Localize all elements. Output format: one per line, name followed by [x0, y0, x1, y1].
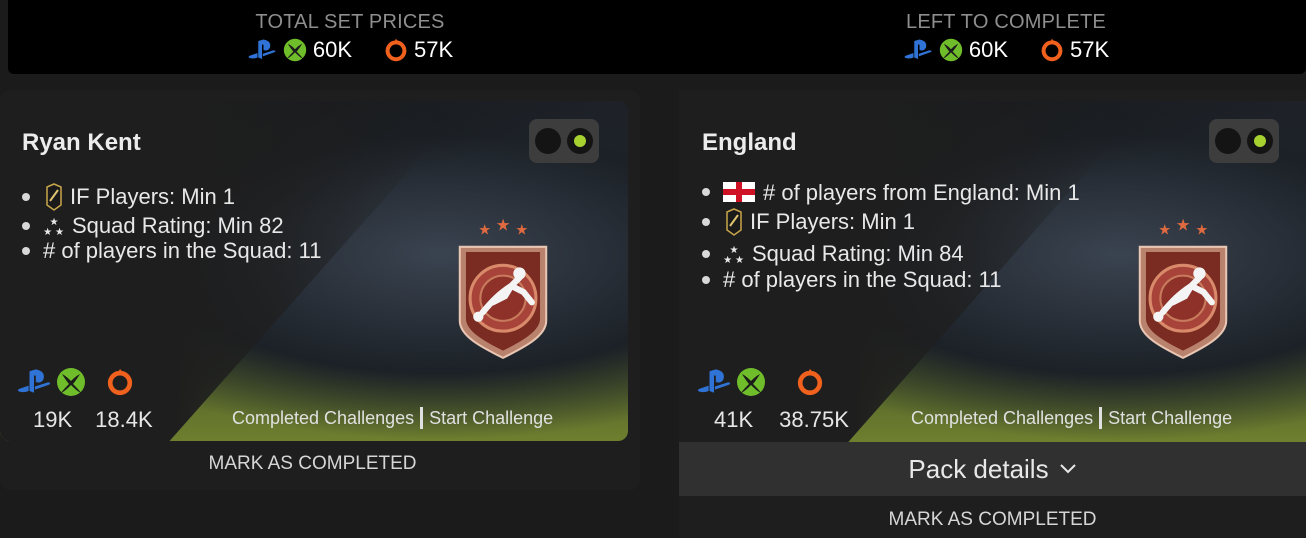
challenge-links: Completed Challenges Start Challenge: [911, 407, 1232, 429]
pc-price: 38.75K: [779, 407, 849, 432]
left-to-complete-title: LEFT TO COMPLETE: [906, 11, 1106, 33]
toggle-on-dot: [1247, 128, 1273, 154]
playstation-icon: [247, 38, 277, 62]
bullet: [22, 246, 30, 255]
requirements-list: # of players from England: Min 1 IF Play…: [702, 177, 1080, 294]
link-divider: [1099, 407, 1103, 429]
origin-icon: [1040, 38, 1064, 62]
link-divider: [420, 407, 424, 429]
requirement-text: # of players from England: Min 1: [763, 179, 1080, 205]
left-to-complete-values: 60K 57K: [796, 37, 1216, 63]
origin-icon: [384, 38, 408, 62]
xbox-icon: [283, 38, 307, 62]
set-price-summary-bar: TOTAL SET PRICES 60K 57K LEFT TO COMPLET…: [8, 0, 1306, 74]
requirement-item: # of players in the Squad: 11: [22, 236, 321, 265]
origin-icon: [796, 367, 824, 397]
origin-icon: [106, 367, 134, 397]
bullet: [702, 188, 710, 196]
if-card-icon: [43, 183, 65, 211]
pack-reward-badge-icon: [451, 218, 555, 362]
bullet: [702, 275, 710, 284]
completed-challenges-link[interactable]: Completed Challenges: [232, 408, 414, 429]
start-challenge-link[interactable]: Start Challenge: [429, 408, 553, 429]
challenge-prices: 41K 38.75K: [714, 407, 849, 433]
total-pc-price: 57K: [414, 37, 454, 62]
xbox-icon: [56, 367, 86, 397]
requirement-text: IF Players: Min 1: [70, 184, 236, 209]
requirement-item: IF Players: Min 1: [702, 207, 1080, 236]
total-set-prices: TOTAL SET PRICES 60K 57K: [140, 0, 560, 63]
bullet: [22, 221, 30, 230]
mark-as-completed-button[interactable]: MARK AS COMPLETED: [0, 453, 625, 475]
total-console-price: 60K: [312, 37, 352, 62]
total-set-prices-title: TOTAL SET PRICES: [255, 11, 445, 33]
platform-icons: [696, 367, 824, 397]
rating-stars-icon: [43, 215, 67, 237]
left-pc-price: 57K: [1070, 37, 1110, 62]
left-console-price: 60K: [968, 37, 1008, 62]
toggle-off-dot: [1215, 128, 1241, 154]
requirement-item: # of players from England: Min 1: [702, 177, 1080, 207]
challenge-card-ryan-kent: Ryan Kent IF Players: Min 1 Squad Rating…: [0, 101, 628, 441]
pack-details-toggle[interactable]: Pack details: [679, 442, 1306, 496]
completion-toggle[interactable]: [1209, 119, 1279, 163]
chevron-down-icon: [1059, 464, 1076, 474]
challenge-title: Ryan Kent: [22, 129, 141, 156]
console-price: 19K: [33, 407, 73, 432]
england-flag-icon: [723, 182, 755, 202]
playstation-icon: [16, 368, 52, 396]
xbox-icon: [736, 367, 766, 397]
platform-icons: [16, 367, 134, 397]
start-challenge-link[interactable]: Start Challenge: [1108, 408, 1232, 429]
completed-challenges-link[interactable]: Completed Challenges: [911, 408, 1093, 429]
requirements-list: IF Players: Min 1 Squad Rating: Min 82 #…: [22, 182, 321, 265]
requirement-text: # of players in the Squad: 11: [723, 267, 1002, 292]
pack-details-label: Pack details: [908, 453, 1049, 484]
mark-as-completed-button[interactable]: MARK AS COMPLETED: [679, 509, 1306, 531]
bullet: [702, 249, 710, 258]
requirement-text: Squad Rating: Min 84: [752, 241, 964, 266]
requirement-item: IF Players: Min 1: [22, 182, 321, 211]
challenge-title: England: [702, 129, 797, 156]
console-price: 41K: [714, 407, 754, 432]
requirement-text: IF Players: Min 1: [750, 209, 916, 234]
toggle-off-dot: [535, 128, 561, 154]
bullet: [702, 217, 710, 226]
bullet: [22, 192, 30, 201]
completion-toggle[interactable]: [529, 119, 599, 163]
rating-stars-icon: [723, 243, 747, 265]
pack-reward-badge-icon: [1131, 218, 1235, 362]
challenge-links: Completed Challenges Start Challenge: [232, 407, 553, 429]
pc-price: 18.4K: [95, 407, 153, 432]
requirement-item: Squad Rating: Min 84: [702, 239, 1080, 268]
challenge-prices: 19K 18.4K: [33, 407, 153, 433]
xbox-icon: [939, 38, 963, 62]
if-card-icon: [723, 208, 745, 236]
playstation-icon: [903, 38, 933, 62]
playstation-icon: [696, 368, 732, 396]
toggle-on-dot: [567, 128, 593, 154]
left-to-complete: LEFT TO COMPLETE 60K 57K: [796, 0, 1216, 63]
requirement-item: # of players in the Squad: 11: [702, 265, 1080, 294]
requirement-text: # of players in the Squad: 11: [43, 238, 322, 263]
total-set-prices-values: 60K 57K: [140, 37, 560, 63]
challenge-card-england: England # of players from England: Min 1…: [679, 101, 1306, 442]
